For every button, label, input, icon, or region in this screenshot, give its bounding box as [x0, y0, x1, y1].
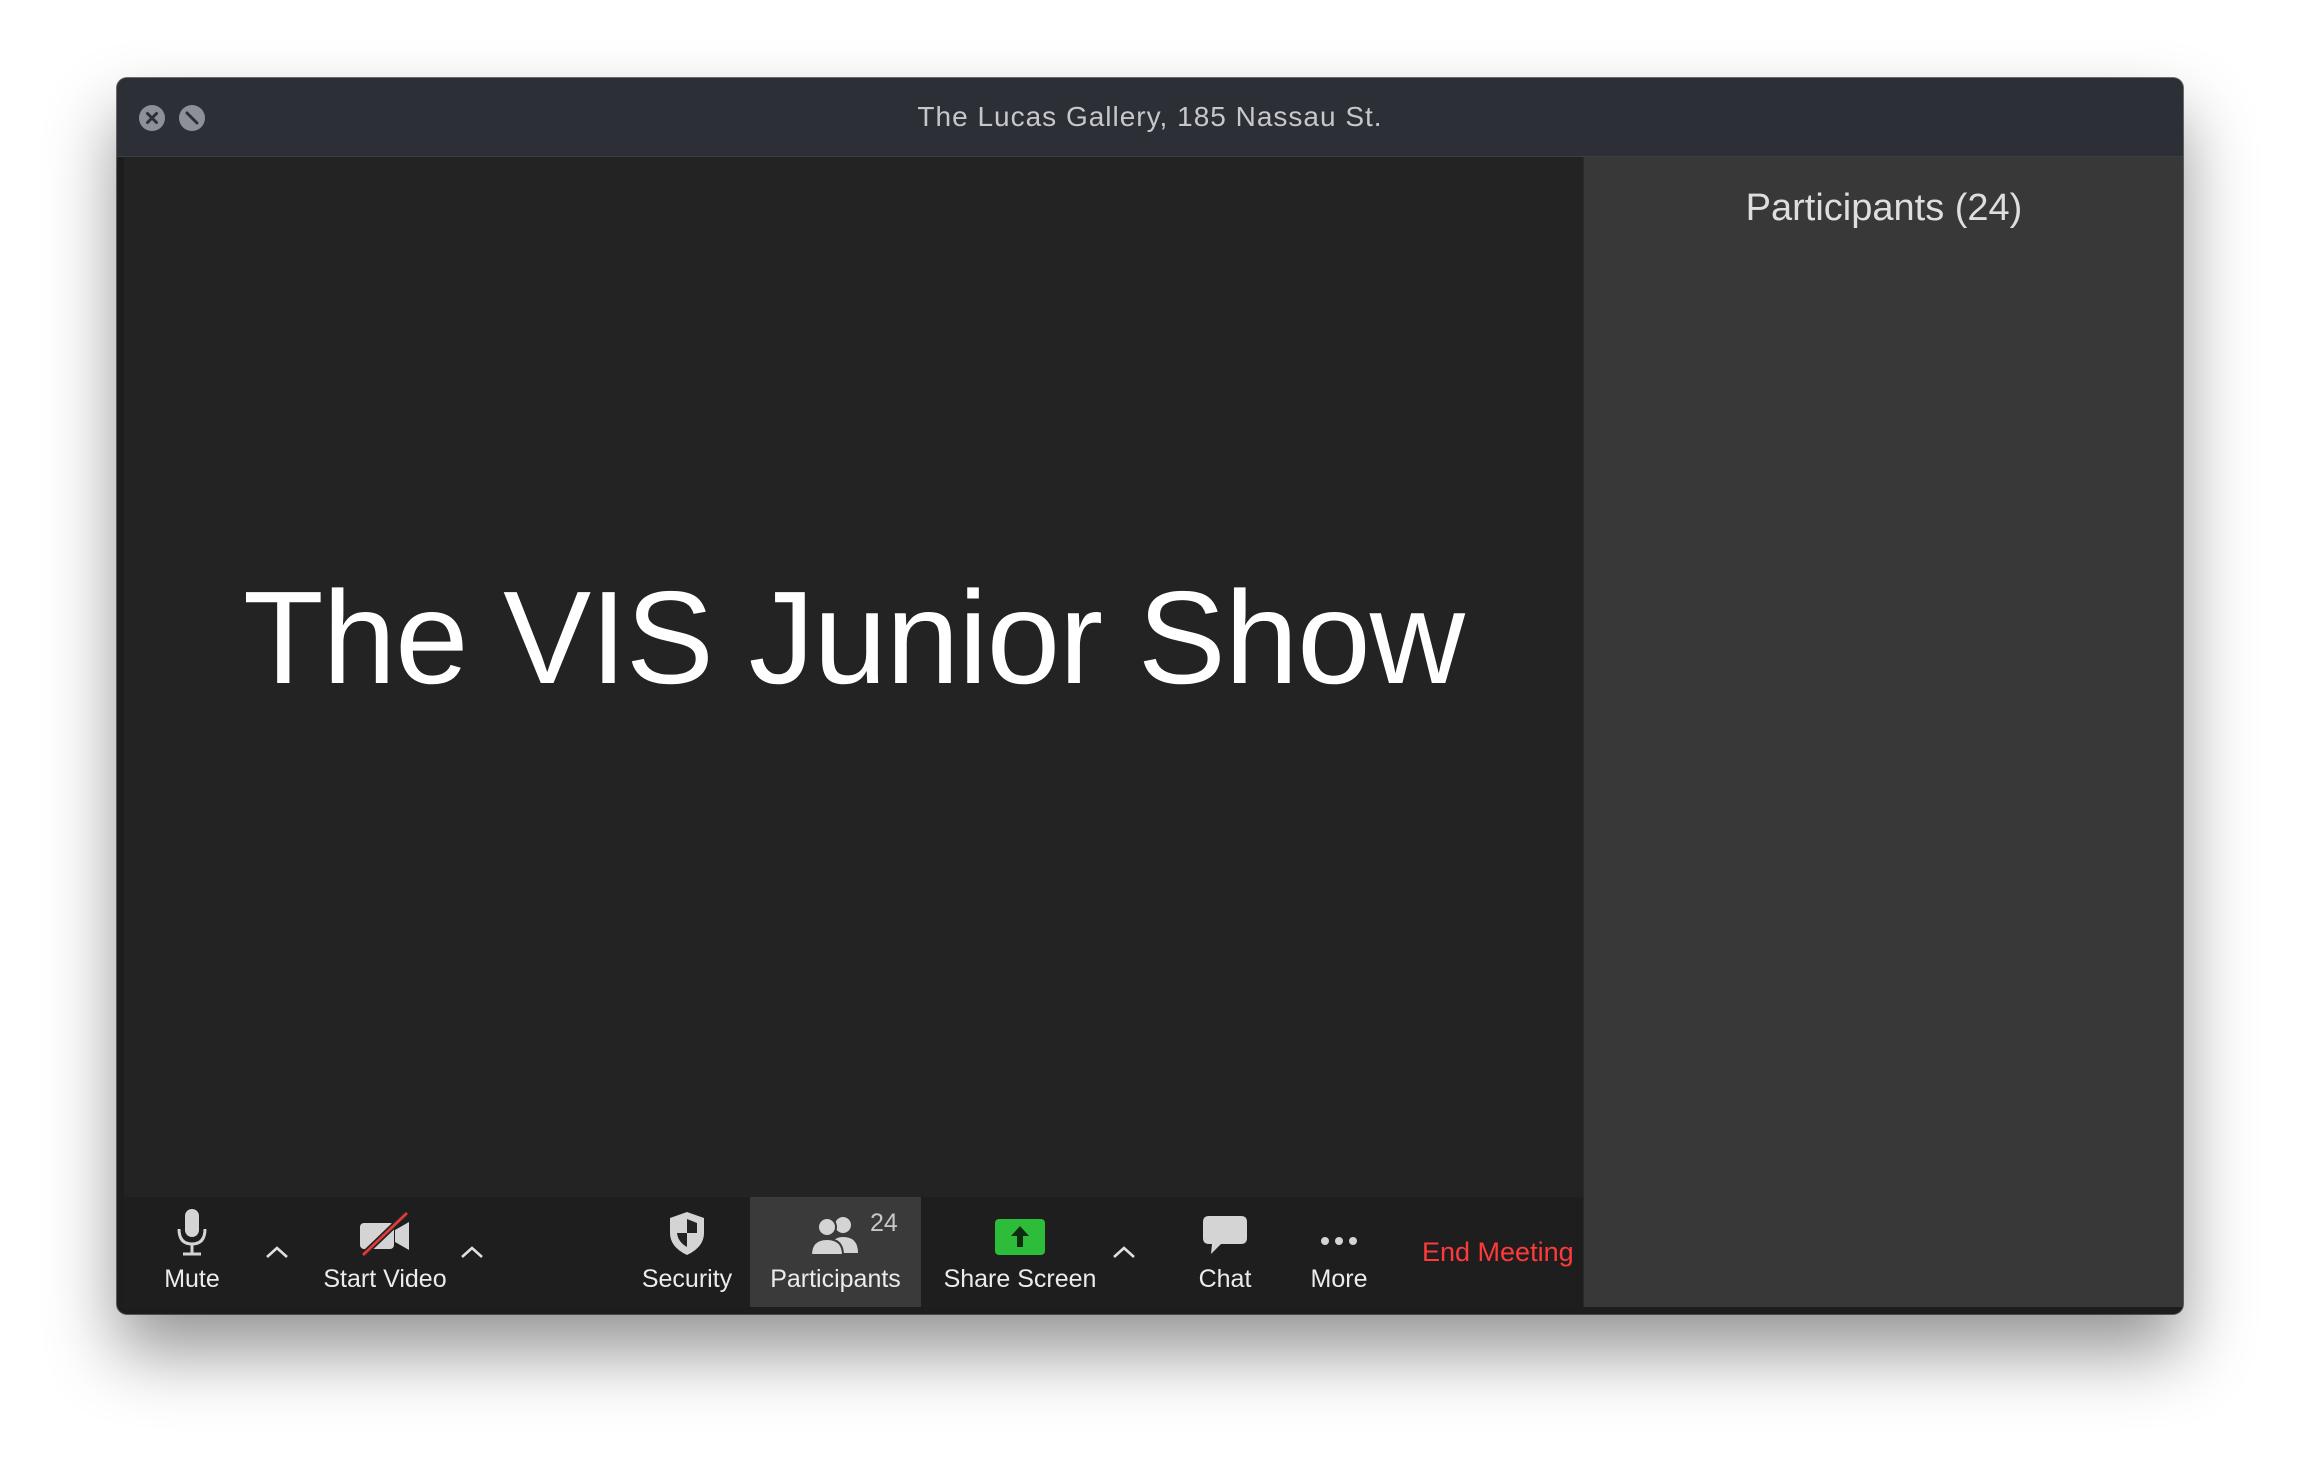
meeting-window: The Lucas Gallery, 185 Nassau St. The VI… — [117, 78, 2183, 1314]
participants-count-badge: 24 — [870, 1209, 898, 1237]
microphone-icon — [172, 1197, 212, 1257]
shield-icon — [666, 1197, 708, 1257]
chevron-up-icon — [266, 1246, 288, 1258]
chat-icon — [1201, 1197, 1249, 1257]
audio-options-caret[interactable] — [262, 1237, 292, 1267]
more-label: More — [1310, 1265, 1368, 1293]
window-title: The Lucas Gallery, 185 Nassau St. — [917, 101, 1383, 132]
chevron-up-icon — [461, 1246, 483, 1258]
security-label: Security — [641, 1265, 733, 1293]
share-screen-label: Share Screen — [943, 1265, 1097, 1293]
video-off-icon — [357, 1197, 413, 1257]
chat-label: Chat — [1198, 1265, 1252, 1293]
mute-button[interactable]: Mute — [144, 1197, 240, 1307]
security-button[interactable]: Security — [624, 1197, 750, 1307]
share-screen-button[interactable]: Share Screen — [935, 1197, 1105, 1307]
participants-panel: Participants (24) — [1583, 157, 2183, 1307]
share-options-caret[interactable] — [1109, 1237, 1139, 1267]
participants-icon — [808, 1197, 864, 1257]
participants-button[interactable]: Participants 24 — [750, 1197, 921, 1307]
more-dots-icon — [1315, 1197, 1363, 1257]
share-screen-icon — [994, 1197, 1046, 1257]
more-button[interactable]: More — [1294, 1197, 1384, 1307]
participants-panel-title: Participants (24) — [1745, 187, 2023, 229]
participants-label: Participants — [770, 1265, 901, 1293]
title-bar: The Lucas Gallery, 185 Nassau St. — [117, 78, 2183, 157]
meeting-toolbar: Mute Start Video Security Participants 2… — [124, 1197, 1583, 1307]
shared-screen-view: The VIS Junior Show — [124, 157, 1583, 1197]
mute-label: Mute — [164, 1265, 220, 1293]
chat-button[interactable]: Chat — [1180, 1197, 1270, 1307]
video-options-caret[interactable] — [457, 1237, 487, 1267]
chevron-up-icon — [1113, 1246, 1135, 1258]
shared-content-title: The VIS Junior Show — [243, 563, 1465, 711]
start-video-label: Start Video — [323, 1265, 447, 1293]
start-video-button[interactable]: Start Video — [310, 1197, 460, 1307]
end-meeting-button[interactable]: End Meeting — [1422, 1197, 1574, 1307]
